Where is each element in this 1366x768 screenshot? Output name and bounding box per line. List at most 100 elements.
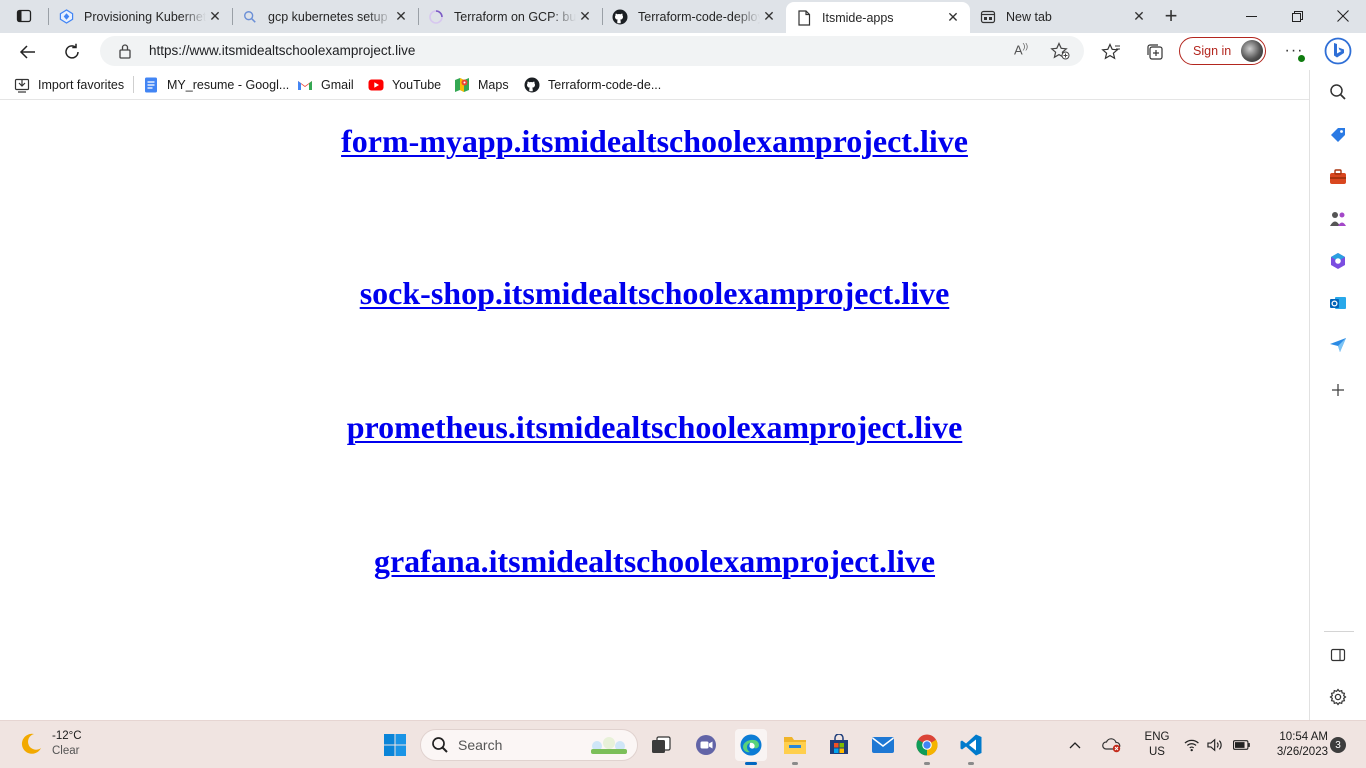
sidebar-shopping-button[interactable] bbox=[1325, 122, 1351, 148]
edge-sidebar bbox=[1309, 70, 1366, 720]
shopping-tag-icon bbox=[1331, 128, 1345, 142]
tab-itsmide-apps[interactable]: Itsmide-apps ✕ bbox=[786, 2, 970, 33]
grafana-link[interactable]: grafana.itsmidealtschoolexamproject.live bbox=[374, 543, 935, 579]
task-view-button[interactable] bbox=[645, 729, 677, 761]
folder-icon bbox=[784, 737, 806, 754]
mail-button[interactable] bbox=[867, 729, 899, 761]
tab-provisioning[interactable]: Provisioning Kubernetes ✕ bbox=[48, 2, 232, 31]
weather-widget[interactable]: -12°C Clear bbox=[18, 729, 82, 759]
restore-button[interactable] bbox=[1274, 0, 1320, 32]
onedrive-status-button[interactable] bbox=[1100, 721, 1124, 768]
newtab-icon bbox=[980, 9, 996, 25]
bing-chat-button[interactable] bbox=[1322, 35, 1354, 67]
minimize-button[interactable] bbox=[1228, 0, 1274, 32]
quick-settings-button[interactable] bbox=[1184, 721, 1250, 768]
tab-terraform-code[interactable]: Terraform-code-deploy ✕ bbox=[602, 2, 786, 31]
battery-icon bbox=[1232, 740, 1250, 750]
gke-icon bbox=[58, 9, 74, 25]
clock-button[interactable]: 10:54 AM 3/26/2023 bbox=[1262, 730, 1328, 760]
file-explorer-button[interactable] bbox=[779, 729, 811, 765]
chrome-button[interactable] bbox=[911, 729, 943, 765]
plus-icon bbox=[1332, 384, 1344, 396]
taskbar: -12°C Clear Search ENG US 10:54 AM 3/26/… bbox=[0, 720, 1366, 768]
search-icon bbox=[432, 737, 448, 753]
add-favorite-icon[interactable] bbox=[1050, 42, 1070, 63]
search-icon bbox=[1330, 84, 1346, 100]
clock-time: 10:54 AM bbox=[1279, 731, 1328, 743]
sidebar-drop-button[interactable] bbox=[1325, 332, 1351, 358]
sidebar-split-button[interactable] bbox=[1325, 642, 1351, 668]
favorites-button[interactable] bbox=[1096, 37, 1126, 67]
sidebar-games-button[interactable] bbox=[1325, 206, 1351, 232]
tab-actions-button[interactable] bbox=[8, 4, 40, 28]
sock-shop-link[interactable]: sock-shop.itsmidealtschoolexamproject.li… bbox=[360, 275, 950, 311]
refresh-button[interactable] bbox=[57, 37, 87, 67]
sidebar-outlook-button[interactable] bbox=[1325, 290, 1351, 316]
edge-taskbar-button[interactable] bbox=[735, 729, 767, 765]
url-text[interactable]: https://www.itsmidealtschoolexamproject.… bbox=[149, 43, 415, 58]
tab-terraform-gcp[interactable]: Terraform on GCP: buil ✕ bbox=[418, 2, 602, 31]
favorite-terraform-code[interactable]: Terraform-code-de... bbox=[524, 75, 661, 95]
outlook-icon bbox=[1330, 297, 1346, 309]
taskbar-search[interactable]: Search bbox=[420, 729, 638, 761]
new-tab-button[interactable]: + bbox=[1158, 3, 1184, 28]
favorite-import[interactable]: Import favorites bbox=[14, 75, 124, 95]
close-tab-icon[interactable]: ✕ bbox=[944, 9, 962, 27]
store-icon bbox=[830, 734, 848, 754]
favorite-maps[interactable]: Maps bbox=[454, 75, 509, 95]
favorite-resume[interactable]: MY_resume - Googl... bbox=[143, 75, 289, 95]
favorites-bar: Import favorites MY_resume - Googl... Gm… bbox=[0, 70, 1366, 100]
weather-condition: Clear bbox=[52, 745, 80, 757]
sidebar-office-button[interactable] bbox=[1325, 248, 1351, 274]
link-grafana: grafana.itsmidealtschoolexamproject.live bbox=[0, 543, 1309, 580]
link-sock-shop: sock-shop.itsmidealtschoolexamproject.li… bbox=[0, 275, 1309, 312]
lock-icon[interactable] bbox=[118, 43, 132, 62]
collections-icon bbox=[1147, 44, 1163, 60]
sidebar-tools-button[interactable] bbox=[1325, 164, 1351, 190]
cloud-error-icon bbox=[1102, 738, 1121, 753]
close-window-button[interactable] bbox=[1320, 0, 1366, 32]
teams-chat-button[interactable] bbox=[690, 729, 722, 761]
close-tab-icon[interactable]: ✕ bbox=[760, 8, 778, 26]
close-tab-icon[interactable]: ✕ bbox=[206, 8, 224, 26]
prometheus-link[interactable]: prometheus.itsmidealtschoolexamproject.l… bbox=[347, 409, 963, 445]
input-language-button[interactable]: ENG US bbox=[1140, 730, 1174, 760]
address-bar[interactable]: https://www.itsmidealtschoolexamproject.… bbox=[100, 36, 1084, 66]
close-tab-icon[interactable]: ✕ bbox=[576, 8, 594, 26]
vscode-button[interactable] bbox=[955, 729, 987, 765]
tab-gcp-search[interactable]: gcp kubernetes setup t ✕ bbox=[232, 2, 418, 31]
sidebar-search-button[interactable] bbox=[1325, 79, 1351, 105]
favorite-youtube[interactable]: YouTube bbox=[368, 75, 441, 95]
tab-new-tab[interactable]: New tab ✕ bbox=[970, 2, 1156, 31]
sidebar-settings-button[interactable] bbox=[1325, 684, 1351, 710]
start-button[interactable] bbox=[379, 729, 411, 761]
plus-icon: + bbox=[1164, 3, 1178, 28]
notification-badge[interactable]: 3 bbox=[1330, 737, 1346, 753]
collections-button[interactable] bbox=[1140, 37, 1170, 67]
maps-icon bbox=[454, 77, 470, 93]
split-screen-icon bbox=[1330, 648, 1346, 662]
favorite-gmail[interactable]: Gmail bbox=[297, 75, 354, 95]
link-prometheus: prometheus.itsmidealtschoolexamproject.l… bbox=[0, 409, 1309, 446]
close-tab-icon[interactable]: ✕ bbox=[1130, 8, 1148, 26]
sidebar-add-button[interactable] bbox=[1325, 377, 1351, 403]
loading-icon bbox=[428, 9, 444, 25]
read-aloud-icon[interactable]: A)) bbox=[1014, 42, 1028, 57]
form-myapp-link[interactable]: form-myapp.itsmidealtschoolexamproject.l… bbox=[341, 123, 968, 159]
tab-title: gcp kubernetes setup t bbox=[268, 9, 392, 24]
show-hidden-icons-button[interactable] bbox=[1064, 721, 1086, 768]
close-tab-icon[interactable]: ✕ bbox=[392, 8, 410, 26]
browser-toolbar: https://www.itsmidealtschoolexamproject.… bbox=[0, 33, 1366, 70]
back-button[interactable] bbox=[13, 37, 43, 67]
vscode-icon bbox=[960, 734, 982, 756]
sign-in-button[interactable]: Sign in bbox=[1179, 37, 1266, 65]
back-arrow-icon bbox=[19, 45, 35, 59]
favorite-label: Import favorites bbox=[38, 78, 125, 92]
minimize-icon bbox=[1245, 15, 1257, 17]
keyboard-region: US bbox=[1149, 746, 1165, 758]
settings-and-more-button[interactable]: ··· bbox=[1280, 37, 1308, 65]
volume-icon bbox=[1207, 738, 1223, 752]
sidebar-divider bbox=[1324, 631, 1354, 632]
store-button[interactable] bbox=[823, 729, 855, 761]
chevron-up-icon bbox=[1069, 742, 1081, 749]
